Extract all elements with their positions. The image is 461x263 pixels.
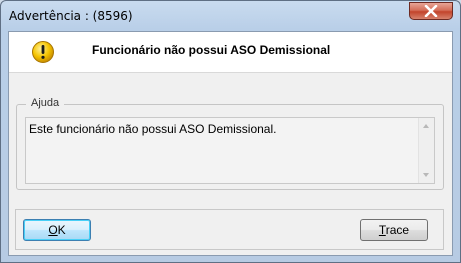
help-group: Ajuda Este funcionário não possui ASO De… — [16, 97, 444, 190]
warning-icon — [32, 41, 54, 63]
message-header: Funcionário não possui ASO Demissional — [9, 32, 452, 73]
button-panel: OK Trace — [15, 209, 444, 250]
scroll-down-arrow-icon[interactable] — [423, 173, 429, 177]
dialog-window: Advertência : (8596) Funcionário não pos… — [0, 0, 461, 263]
close-button[interactable] — [409, 2, 453, 20]
scroll-up-arrow-icon[interactable] — [423, 124, 429, 128]
trace-button[interactable]: Trace — [360, 219, 428, 241]
help-textbox[interactable]: Este funcionário não possui ASO Demissio… — [25, 117, 435, 184]
help-text: Este funcionário não possui ASO Demissio… — [29, 122, 277, 136]
help-scrollbar[interactable] — [418, 118, 434, 183]
dialog-body: Funcionário não possui ASO Demissional A… — [8, 31, 453, 256]
ok-button[interactable]: OK — [23, 219, 91, 241]
close-icon — [424, 5, 438, 17]
ok-button-label: OK — [48, 223, 66, 237]
window-title: Advertência : (8596) — [9, 9, 133, 23]
title-bar[interactable]: Advertência : (8596) — [1, 1, 460, 31]
help-group-legend: Ajuda — [26, 97, 65, 109]
trace-button-label: Trace — [378, 223, 410, 237]
message-title: Funcionário não possui ASO Demissional — [92, 43, 331, 57]
